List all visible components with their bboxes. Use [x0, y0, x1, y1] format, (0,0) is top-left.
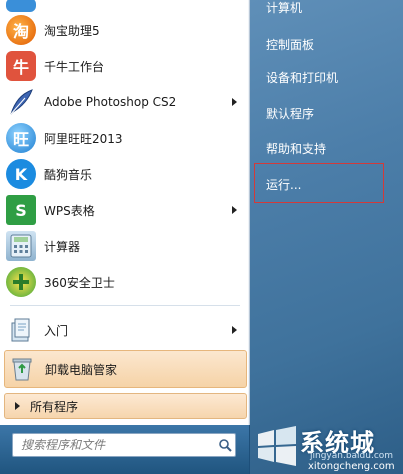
highlight-box — [254, 163, 384, 203]
all-programs-button[interactable]: 所有程序 — [4, 393, 247, 419]
link-computer[interactable]: 计算机 — [258, 0, 398, 19]
program-label: 阿里旺旺2013 — [44, 131, 123, 146]
kugou-icon: K — [6, 159, 36, 189]
photoshop-feather-icon — [6, 87, 36, 117]
search-bar — [0, 425, 249, 474]
program-item-qianniu[interactable]: 牛 千牛工作台 — [4, 48, 245, 84]
360-safe-icon — [6, 267, 36, 297]
link-label: 帮助和支持 — [266, 141, 327, 156]
programs-pane: 淘 淘宝助理5 牛 千牛工作台 Adobe Photoshop CS2 旺 阿里… — [0, 0, 250, 425]
link-devices-printers[interactable]: 设备和打印机 — [258, 65, 398, 89]
link-control-panel[interactable]: 控制面板 — [258, 32, 398, 56]
submenu-arrow-icon — [232, 326, 237, 334]
aliwangwang-icon: 旺 — [6, 123, 36, 153]
all-programs-label: 所有程序 — [30, 399, 79, 414]
calculator-icon — [6, 231, 36, 261]
program-item-aliwangwang[interactable]: 旺 阿里旺旺2013 — [4, 120, 245, 156]
program-item-photoshop[interactable]: Adobe Photoshop CS2 — [4, 84, 245, 120]
submenu-arrow-icon — [232, 98, 237, 106]
watermark-sub2: xitongcheng.com — [308, 461, 395, 472]
link-default-programs[interactable]: 默认程序 — [258, 101, 398, 125]
program-item-partial[interactable] — [4, 0, 245, 12]
program-item-calculator[interactable]: 计算器 — [4, 228, 245, 264]
link-label: 计算机 — [266, 0, 303, 15]
right-arrow-icon — [15, 402, 20, 410]
program-item-wps[interactable]: S WPS表格 — [4, 192, 245, 228]
program-item-getting-started[interactable]: 入门 — [4, 312, 245, 348]
watermark: 系统城 jingyan.baidu.com xitongcheng.com — [248, 420, 403, 474]
start-menu: 淘 淘宝助理5 牛 千牛工作台 Adobe Photoshop CS2 旺 阿里… — [0, 0, 403, 474]
program-label: 计算器 — [44, 239, 81, 254]
link-label: 控制面板 — [266, 37, 315, 52]
taobao-assistant-icon: 淘 — [6, 15, 36, 45]
program-label: 千牛工作台 — [44, 59, 105, 74]
search-icon[interactable] — [215, 435, 235, 455]
program-item-360[interactable]: 360安全卫士 — [4, 264, 245, 300]
submenu-arrow-icon — [232, 206, 237, 214]
wps-spreadsheet-icon: S — [6, 195, 36, 225]
link-help-support[interactable]: 帮助和支持 — [258, 136, 398, 160]
watermark-sub1: jingyan.baidu.com — [310, 451, 394, 461]
program-label: 卸载电脑管家 — [45, 362, 118, 377]
search-box[interactable] — [12, 433, 236, 457]
link-label: 默认程序 — [266, 106, 315, 121]
program-item-kugou[interactable]: K 酷狗音乐 — [4, 156, 245, 192]
program-label: WPS表格 — [44, 203, 95, 218]
program-label: 入门 — [44, 323, 69, 338]
program-label: 酷狗音乐 — [44, 167, 93, 182]
link-label: 设备和打印机 — [266, 70, 339, 85]
program-label: Adobe Photoshop CS2 — [44, 95, 177, 109]
system-links-pane: 计算机 控制面板 设备和打印机 默认程序 帮助和支持 运行... — [250, 0, 403, 474]
program-item-uninstall[interactable]: 卸载电脑管家 — [4, 350, 247, 388]
partial-app-icon — [6, 0, 36, 12]
getting-started-icon — [6, 315, 36, 345]
program-label: 淘宝助理5 — [44, 23, 100, 38]
windows-logo-icon — [258, 426, 296, 466]
search-input[interactable] — [19, 435, 215, 455]
program-item-taobao[interactable]: 淘 淘宝助理5 — [4, 12, 245, 48]
separator — [10, 305, 240, 306]
program-label: 360安全卫士 — [44, 275, 115, 290]
qianniu-icon: 牛 — [6, 51, 36, 81]
recycle-bin-icon — [7, 354, 37, 384]
